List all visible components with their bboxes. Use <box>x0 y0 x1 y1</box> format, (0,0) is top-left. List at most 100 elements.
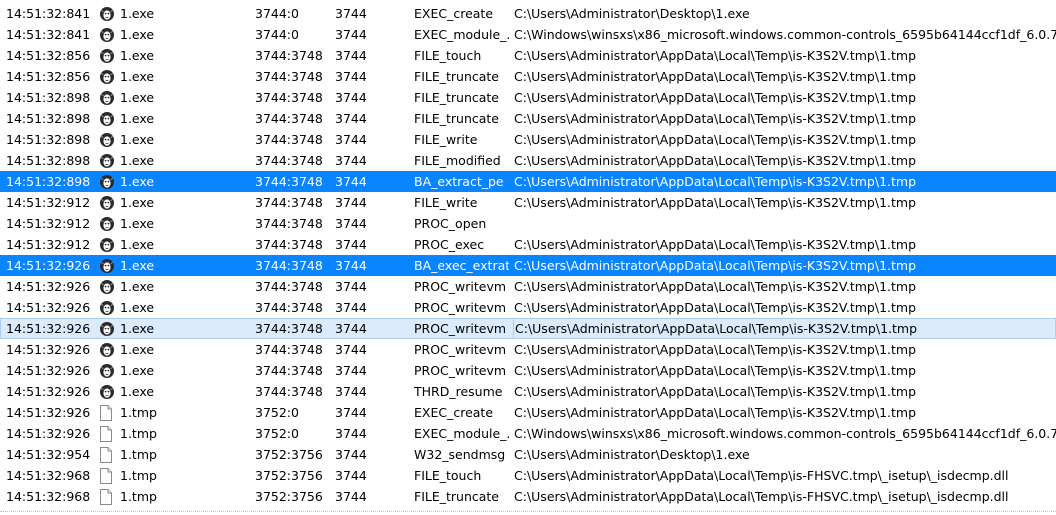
process-thread-id-cell: 3744:3748 <box>255 216 323 231</box>
operation-cell: PROC_writevm <box>414 342 507 357</box>
time-cell: 14:51:32:926 <box>6 426 91 441</box>
time-cell: 14:51:32:926 <box>6 342 91 357</box>
path-cell: C:\Users\Administrator\AppData\Local\Tem… <box>514 132 917 147</box>
path-cell: C:\Users\Administrator\AppData\Local\Tem… <box>514 174 917 189</box>
table-row[interactable]: 14:51:32:898 1.exe 3744:3748 3744 BA_ext… <box>0 171 1056 192</box>
parent-id-cell: 3744 <box>335 468 367 483</box>
time-cell: 14:51:32:926 <box>6 279 91 294</box>
table-row[interactable]: 14:51:32:926 1.exe 3744:3748 3744 PROC_w… <box>0 318 1056 339</box>
table-row[interactable]: 14:51:32:856 1.exe 3744:3748 3744 FILE_t… <box>0 66 1056 87</box>
parent-id-cell: 3744 <box>335 216 367 231</box>
process-name-cell: 1.exe <box>120 69 155 84</box>
table-row[interactable]: 14:51:32:841 1.exe 3744:0 3744 EXEC_crea… <box>0 3 1056 24</box>
process-thread-id-cell: 3752:0 <box>255 426 299 441</box>
process-name-cell: 1.tmp <box>120 426 157 441</box>
path-cell: C:\Users\Administrator\Desktop\1.exe <box>514 447 750 462</box>
parent-id-cell: 3744 <box>335 6 367 21</box>
time-cell: 14:51:32:898 <box>6 90 91 105</box>
time-cell: 14:51:32:841 <box>6 6 91 21</box>
process-name-cell: 1.exe <box>120 27 155 42</box>
table-row[interactable]: 14:51:32:926 1.exe 3744:3748 3744 PROC_w… <box>0 276 1056 297</box>
exe-icon <box>99 3 117 24</box>
process-name-cell: 1.exe <box>120 321 155 336</box>
process-name-cell: 1.exe <box>120 363 155 378</box>
time-cell: 14:51:32:898 <box>6 111 91 126</box>
process-thread-id-cell: 3744:3748 <box>255 174 323 189</box>
table-row[interactable]: 14:51:32:856 1.exe 3744:3748 3744 FILE_t… <box>0 45 1056 66</box>
time-cell: 14:51:32:968 <box>6 489 91 504</box>
event-log-table: 14:51:32:841 1.exe 3744:0 3744 EXEC_crea… <box>0 0 1056 515</box>
process-thread-id-cell: 3744:3748 <box>255 258 323 273</box>
exe-icon <box>99 234 117 255</box>
parent-id-cell: 3744 <box>335 279 367 294</box>
parent-id-cell: 3744 <box>335 426 367 441</box>
process-name-cell: 1.exe <box>120 153 155 168</box>
parent-id-cell: 3744 <box>335 258 367 273</box>
exe-icon <box>99 87 117 108</box>
table-row[interactable]: 14:51:32:898 1.exe 3744:3748 3744 FILE_w… <box>0 129 1056 150</box>
table-row[interactable]: 14:51:32:912 1.exe 3744:3748 3744 FILE_w… <box>0 192 1056 213</box>
path-cell: C:\Users\Administrator\AppData\Local\Tem… <box>514 300 917 315</box>
exe-icon <box>99 192 117 213</box>
table-row[interactable]: 14:51:32:926 1.exe 3744:3748 3744 PROC_w… <box>0 297 1056 318</box>
table-row[interactable]: 14:51:32:954 1.tmp 3752:3756 3744 W32_se… <box>0 444 1056 465</box>
exe-icon <box>99 297 117 318</box>
parent-id-cell: 3744 <box>335 132 367 147</box>
operation-cell: EXEC_module_... <box>414 27 509 42</box>
parent-id-cell: 3744 <box>335 153 367 168</box>
parent-id-cell: 3744 <box>335 321 367 336</box>
process-name-cell: 1.exe <box>120 48 155 63</box>
table-row[interactable]: 14:51:32:912 1.exe 3744:3748 3744 PROC_e… <box>0 234 1056 255</box>
table-row[interactable]: 14:51:32:926 1.exe 3744:3748 3744 THRD_r… <box>0 381 1056 402</box>
exe-icon <box>99 129 117 150</box>
table-row[interactable]: 14:51:32:926 1.tmp 3752:0 3744 EXEC_crea… <box>0 402 1056 423</box>
process-thread-id-cell: 3744:3748 <box>255 300 323 315</box>
operation-cell: FILE_truncate <box>414 69 499 84</box>
exe-icon <box>99 255 117 276</box>
operation-cell: FILE_truncate <box>414 90 499 105</box>
path-cell: C:\Users\Administrator\AppData\Local\Tem… <box>513 318 1056 339</box>
table-row[interactable]: 14:51:32:926 1.exe 3744:3748 3744 BA_exe… <box>0 255 1056 276</box>
table-row[interactable]: 14:51:32:912 1.exe 3744:3748 3744 PROC_o… <box>0 213 1056 234</box>
exe-icon <box>99 171 117 192</box>
time-cell: 14:51:32:926 <box>6 258 91 273</box>
path-cell: C:\Users\Administrator\Desktop\1.exe <box>514 6 750 21</box>
parent-id-cell: 3744 <box>335 384 367 399</box>
table-row[interactable]: 14:51:32:926 1.exe 3744:3748 3744 PROC_w… <box>0 339 1056 360</box>
time-cell: 14:51:32:926 <box>6 321 91 336</box>
time-cell: 14:51:32:912 <box>6 195 91 210</box>
process-thread-id-cell: 3744:3748 <box>255 48 323 63</box>
parent-id-cell: 3744 <box>335 447 367 462</box>
exe-icon <box>99 339 117 360</box>
time-cell: 14:51:32:856 <box>6 69 91 84</box>
exe-icon <box>99 276 117 297</box>
path-cell <box>513 213 1056 234</box>
process-name-cell: 1.exe <box>120 174 155 189</box>
table-row[interactable]: 14:51:32:968 1.tmp 3752:3756 3744 FILE_t… <box>0 465 1056 486</box>
table-row[interactable]: 14:51:32:898 1.exe 3744:3748 3744 FILE_t… <box>0 108 1056 129</box>
exe-icon <box>99 24 117 45</box>
process-thread-id-cell: 3744:3748 <box>255 321 323 336</box>
path-cell: C:\Users\Administrator\AppData\Local\Tem… <box>514 195 917 210</box>
exe-icon <box>99 150 117 171</box>
table-row[interactable]: 14:51:32:926 1.exe 3744:3748 3744 PROC_w… <box>0 360 1056 381</box>
parent-id-cell: 3744 <box>335 69 367 84</box>
operation-cell: FILE_write <box>414 195 478 210</box>
table-row[interactable]: 14:51:32:841 1.exe 3744:0 3744 EXEC_modu… <box>0 24 1056 45</box>
table-row[interactable]: 14:51:32:926 1.tmp 3752:0 3744 EXEC_modu… <box>0 423 1056 444</box>
parent-id-cell: 3744 <box>335 27 367 42</box>
time-cell: 14:51:32:926 <box>6 405 91 420</box>
path-cell: C:\Users\Administrator\AppData\Local\Tem… <box>514 237 917 252</box>
table-row[interactable]: 14:51:32:898 1.exe 3744:3748 3744 FILE_m… <box>0 150 1056 171</box>
time-cell: 14:51:32:912 <box>6 216 91 231</box>
file-icon <box>99 465 117 486</box>
table-row[interactable]: 14:51:32:968 1.tmp 3752:3756 3744 FILE_t… <box>0 486 1056 507</box>
operation-cell: W32_sendmsg <box>414 447 506 462</box>
process-name-cell: 1.tmp <box>120 468 157 483</box>
operation-cell: FILE_truncate <box>414 111 499 126</box>
operation-cell: FILE_write <box>414 132 478 147</box>
operation-cell: PROC_writevm <box>414 279 507 294</box>
process-name-cell: 1.exe <box>120 6 155 21</box>
table-row[interactable]: 14:51:32:898 1.exe 3744:3748 3744 FILE_t… <box>0 87 1056 108</box>
process-name-cell: 1.exe <box>120 90 155 105</box>
